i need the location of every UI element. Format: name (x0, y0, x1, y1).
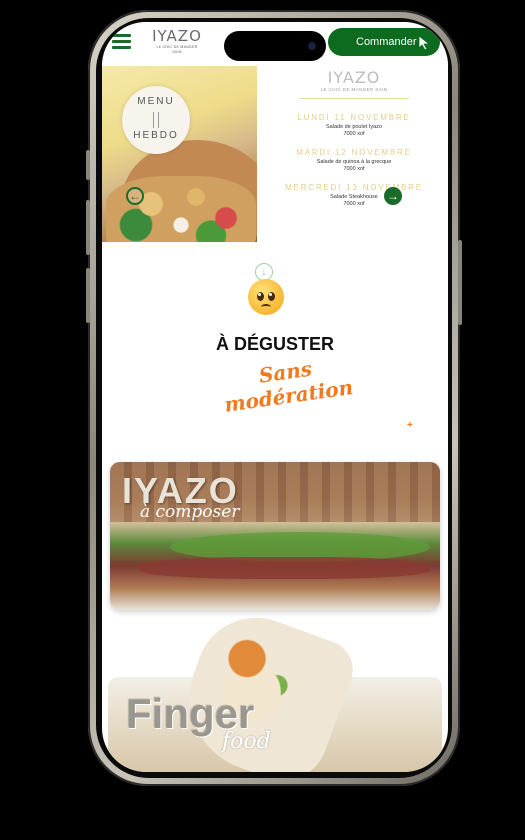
menu-hebdo-badge: MENU HEBDO (122, 86, 190, 154)
plus-icon: + (407, 420, 413, 431)
salad-shape (106, 176, 256, 242)
next-arrow-icon[interactable]: → (384, 187, 402, 205)
order-button[interactable]: Commander (328, 28, 440, 56)
order-button-label: Commander (356, 36, 417, 48)
weekly-menu-list: IYAZO LE CHIC DE MANGER SAIN LUNDI 11 NO… (260, 66, 448, 242)
volume-down-button (86, 200, 90, 255)
menu-logo-tagline: LE CHIC DE MANGER SAIN (320, 87, 388, 92)
tasting-title: À DÉGUSTER (215, 334, 334, 354)
hamburger-icon[interactable] (112, 34, 131, 49)
sandwich-meat (140, 557, 430, 579)
dish-price: 7000 xof (343, 201, 365, 207)
volume-button-2 (86, 268, 90, 323)
fork-icon (153, 112, 159, 128)
badge-bottom-text: HEBDO (133, 130, 179, 141)
menu-day-item: MARDI 12 NOVEMBRE Salade de quinoa à la … (260, 148, 448, 173)
camera-dot (308, 42, 316, 50)
dish-name: Salade Steakhouse (330, 194, 378, 200)
menu-hebdo-section: MENU HEBDO ← ↓ IYAZO LE CHIC DE MANGER S… (102, 66, 448, 281)
card-iyazo-composer[interactable]: IYAZO à composer (110, 462, 440, 610)
volume-up-button (86, 150, 90, 180)
power-button (458, 240, 462, 325)
dish-price: 7000 xof (343, 166, 365, 172)
pleading-face-icon (248, 279, 284, 315)
site-logo[interactable]: IYAZO LE CHIC DE MANGER SAIN (152, 28, 202, 60)
day-label: MERCREDI 13 NOVEMBRE (285, 183, 423, 192)
pointer-cursor-icon (418, 35, 431, 51)
prev-arrow-icon[interactable]: ← (126, 187, 144, 205)
card-subtitle: à composer (140, 502, 240, 522)
tasting-subtitle: Sans modération (222, 356, 355, 417)
card-subtitle: food (222, 729, 271, 754)
dynamic-island (224, 31, 326, 61)
divider (299, 98, 409, 99)
logo-text: IYAZO (152, 27, 202, 45)
dish-name: Salade de quinoa à la grecque (316, 159, 392, 165)
salad-image: MENU HEBDO (102, 66, 257, 242)
dish-name: Salade de poulet Iyazo (326, 124, 382, 130)
day-label: MARDI 12 NOVEMBRE (296, 148, 412, 157)
badge-top-text: MENU (137, 96, 175, 107)
day-label: LUNDI 11 NOVEMBRE (297, 113, 411, 122)
menu-day-item: LUNDI 11 NOVEMBRE Salade de poulet Iyazo… (260, 113, 448, 138)
dish-price: 7000 xof (343, 131, 365, 137)
phone-screen: IYAZO LE CHIC DE MANGER SAIN Commander M… (102, 22, 448, 772)
logo-tagline: LE CHIC DE MANGER SAIN (156, 45, 198, 54)
menu-logo-text: IYAZO (327, 68, 381, 87)
menu-day-item: MERCREDI 13 NOVEMBRE Salade Steakhouse 7… (260, 183, 448, 208)
